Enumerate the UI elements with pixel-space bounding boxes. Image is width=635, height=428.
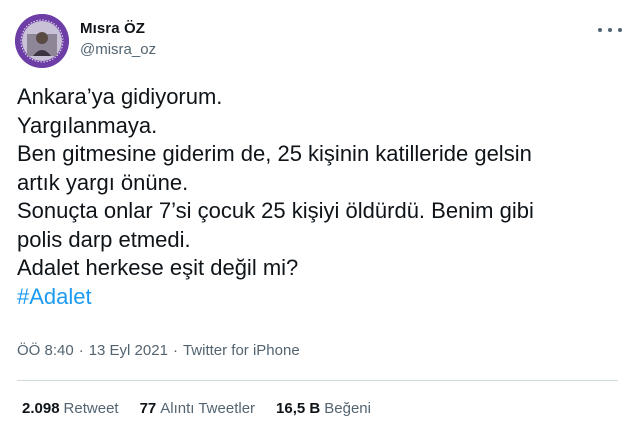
hashtag-link[interactable]: #Adalet bbox=[17, 283, 617, 312]
divider bbox=[17, 380, 618, 381]
tweet-line: Ankara’ya gidiyorum. bbox=[17, 84, 223, 109]
retweets-stat[interactable]: 2.098 Retweet bbox=[22, 400, 119, 417]
tweet-line: polis darp etmedi. bbox=[17, 226, 191, 252]
quotes-label: Alıntı Tweetler bbox=[160, 400, 256, 417]
more-horizontal-icon[interactable] bbox=[598, 24, 622, 36]
likes-stat[interactable]: 16,5 B Beğeni bbox=[276, 400, 371, 417]
tweet-line: Ben gitmesine giderim de, 25 kişinin kat… bbox=[17, 141, 532, 166]
likes-label: Beğeni bbox=[324, 400, 371, 417]
avatar[interactable] bbox=[15, 14, 69, 68]
likes-count: 16,5 B bbox=[276, 400, 321, 417]
tweet-text: Ankara’ya gidiyorum. Yargılanmaya. Ben g… bbox=[17, 83, 617, 311]
author-handle[interactable]: @misra_oz bbox=[80, 41, 156, 58]
meta-separator: · bbox=[172, 342, 178, 359]
tweet-line: Yargılanmaya. bbox=[17, 112, 158, 138]
meta-separator: · bbox=[78, 342, 84, 359]
quotes-count: 77 bbox=[139, 400, 157, 417]
tweet-card: Mısra ÖZ @misra_oz Ankara’ya gidiyorum. … bbox=[0, 0, 635, 428]
avatar-image bbox=[15, 14, 69, 68]
tweet-stats: 2.098 Retweet 77 Alıntı Tweetler 16,5 B Beğ… bbox=[22, 400, 392, 417]
tweet-date[interactable]: 13 Eyl 2021 bbox=[89, 342, 168, 359]
tweet-meta: ÖÖ 8:40 · 13 Eyl 2021 · Twitter for iPhone bbox=[17, 342, 300, 359]
author-name[interactable]: Mısra ÖZ bbox=[80, 20, 145, 37]
tweet-line: artık yargı önüne. bbox=[17, 169, 189, 195]
tweet-source[interactable]: Twitter for iPhone bbox=[183, 342, 300, 359]
tweet-time[interactable]: ÖÖ 8:40 bbox=[17, 342, 74, 359]
quotes-stat[interactable]: 77 Alıntı Tweetler bbox=[140, 400, 255, 417]
retweets-label: Retweet bbox=[63, 400, 119, 417]
retweets-count: 2.098 bbox=[22, 400, 60, 417]
tweet-line: Sonuçta onlar 7’si çocuk 25 kişiyi öldür… bbox=[17, 198, 534, 223]
tweet-line: Adalet herkese eşit değil mi? bbox=[17, 255, 299, 280]
